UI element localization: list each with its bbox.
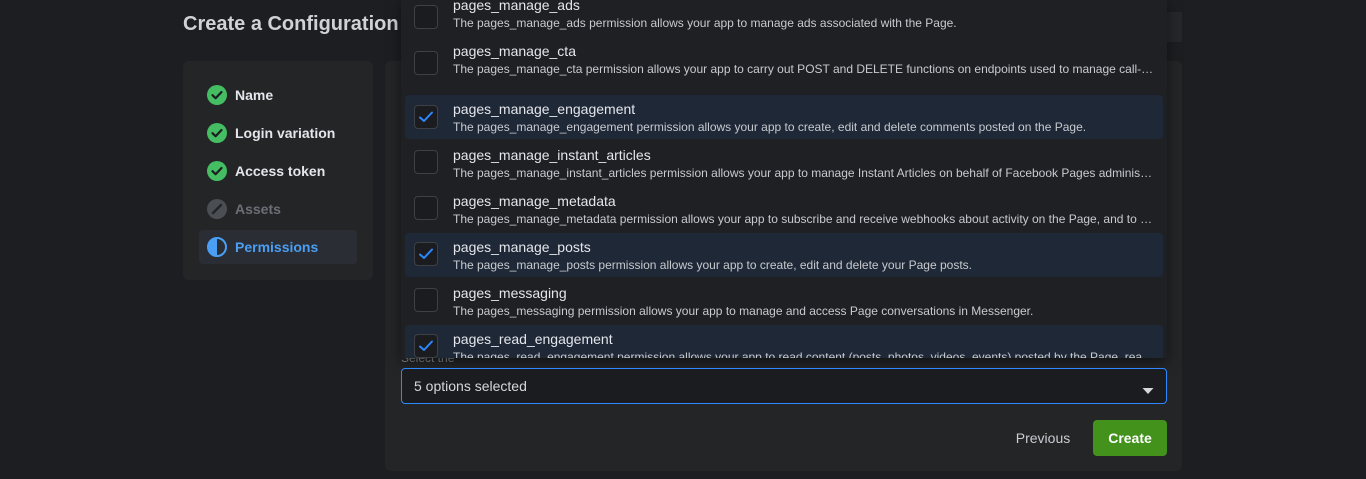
select-value: 5 options selected: [414, 378, 527, 394]
option-pages-manage-posts[interactable]: pages_manage_posts The pages_manage_post…: [405, 233, 1163, 277]
option-description: The pages_manage_cta permission allows y…: [453, 62, 1155, 76]
step-label: Login variation: [235, 125, 336, 141]
permissions-select[interactable]: 5 options selected: [401, 368, 1167, 404]
option-name: pages_messaging: [453, 285, 567, 301]
step-label: Access token: [235, 163, 326, 179]
checkmark-icon: [419, 248, 433, 259]
option-description: The pages_manage_engagement permission a…: [453, 120, 1087, 134]
option-name: pages_manage_posts: [453, 239, 591, 255]
half-circle-icon: [207, 237, 227, 257]
option-name: pages_manage_engagement: [453, 101, 636, 117]
background-field: [1166, 12, 1182, 42]
option-pages-manage-cta[interactable]: pages_manage_cta The pages_manage_cta pe…: [405, 41, 1163, 85]
step-label: Permissions: [235, 239, 319, 255]
option-pages-manage-ads[interactable]: pages_manage_ads The pages_manage_ads pe…: [405, 0, 1163, 39]
option-name: pages_read_engagement: [453, 331, 613, 347]
step-access-token[interactable]: Access token: [199, 154, 357, 188]
step-name[interactable]: Name: [199, 78, 357, 112]
step-label: Name: [235, 87, 274, 103]
checkbox[interactable]: [414, 51, 438, 75]
option-description: The pages_manage_ads permission allows y…: [453, 16, 957, 30]
option-description: The pages_read_engagement permission all…: [453, 350, 1155, 358]
checkbox-checked[interactable]: [414, 242, 438, 266]
step-label: Assets: [235, 201, 281, 217]
option-pages-manage-instant-articles[interactable]: pages_manage_instant_articles The pages_…: [405, 141, 1163, 185]
checkbox[interactable]: [414, 196, 438, 220]
permissions-dropdown-list[interactable]: pages_manage_ads The pages_manage_ads pe…: [401, 0, 1167, 358]
option-pages-manage-metadata[interactable]: pages_manage_metadata The pages_manage_m…: [405, 187, 1163, 231]
steps-sidebar: Name Login variation Access token Assets…: [183, 61, 373, 280]
option-name: pages_manage_ads: [453, 0, 580, 13]
check-circle-icon: [207, 85, 227, 105]
option-description: The pages_manage_instant_articles permis…: [453, 166, 1155, 180]
checkbox[interactable]: [414, 5, 438, 29]
create-button[interactable]: Create: [1093, 420, 1167, 456]
checkmark-icon: [419, 111, 433, 122]
option-pages-manage-engagement[interactable]: pages_manage_engagement The pages_manage…: [405, 95, 1163, 139]
checkbox-checked[interactable]: [414, 334, 438, 358]
previous-button[interactable]: Previous: [1005, 420, 1081, 456]
checkmark-icon: [419, 340, 433, 351]
check-circle-icon: [207, 161, 227, 181]
option-name: pages_manage_cta: [453, 43, 576, 59]
option-name: pages_manage_metadata: [453, 193, 616, 209]
option-description: The pages_manage_metadata permission all…: [453, 212, 1155, 226]
caret-down-icon[interactable]: [1142, 382, 1154, 400]
disabled-circle-icon: [207, 199, 227, 219]
checkbox[interactable]: [414, 150, 438, 174]
option-pages-messaging[interactable]: pages_messaging The pages_messaging perm…: [405, 279, 1163, 323]
option-pages-read-engagement[interactable]: pages_read_engagement The pages_read_eng…: [405, 325, 1163, 358]
checkbox-checked[interactable]: [414, 105, 438, 129]
checkbox[interactable]: [414, 288, 438, 312]
step-permissions[interactable]: Permissions: [199, 230, 357, 264]
step-login-variation[interactable]: Login variation: [199, 116, 357, 150]
check-circle-icon: [207, 123, 227, 143]
option-description: The pages_manage_posts permission allows…: [453, 258, 972, 272]
option-name: pages_manage_instant_articles: [453, 147, 651, 163]
page-title: Create a Configuration: [183, 13, 399, 35]
step-assets: Assets: [199, 192, 357, 226]
option-description: The pages_messaging permission allows yo…: [453, 304, 1034, 318]
